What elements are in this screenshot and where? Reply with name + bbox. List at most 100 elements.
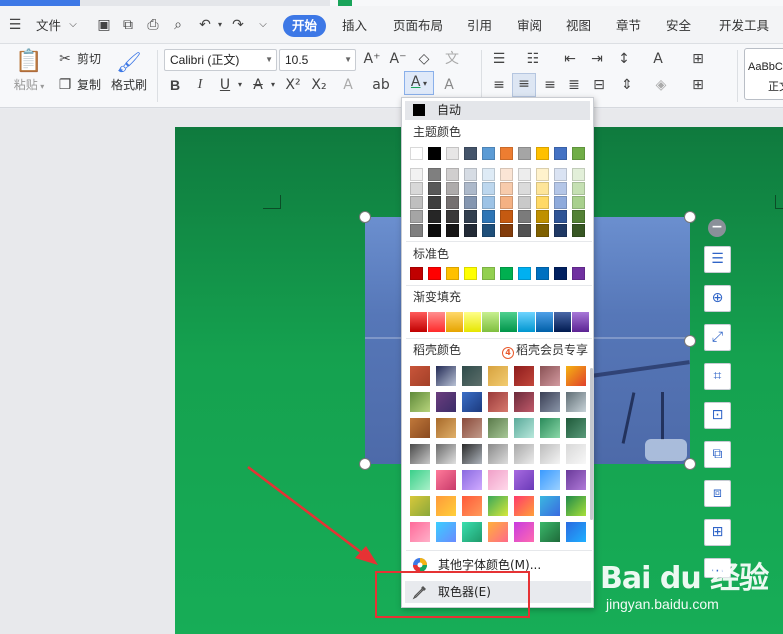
- theme-shade-swatch[interactable]: [464, 196, 477, 209]
- decrease-font-icon[interactable]: A⁻: [388, 49, 408, 69]
- theme-shade-swatch[interactable]: [464, 224, 477, 237]
- tab-insert[interactable]: 插入: [342, 16, 367, 36]
- shell-color-swatch[interactable]: [488, 496, 508, 516]
- theme-shade-swatch[interactable]: [410, 224, 423, 237]
- save-icon[interactable]: ▣: [95, 16, 113, 34]
- standard-color-swatch[interactable]: [410, 267, 423, 280]
- shell-color-swatch[interactable]: [488, 444, 508, 464]
- shell-color-swatch[interactable]: [566, 496, 586, 516]
- theme-shade-swatch[interactable]: [500, 224, 513, 237]
- shell-color-swatch[interactable]: [462, 392, 482, 412]
- theme-shade-swatch[interactable]: [446, 224, 459, 237]
- print-preview-icon[interactable]: ⌕: [169, 16, 187, 34]
- shell-color-swatch[interactable]: [488, 522, 508, 542]
- shell-color-swatch[interactable]: [462, 366, 482, 386]
- print-icon[interactable]: ⎙: [144, 16, 162, 34]
- zoom-icon[interactable]: ⊕: [704, 285, 731, 312]
- standard-color-swatch[interactable]: [446, 267, 459, 280]
- tab-chapter[interactable]: 章节: [616, 16, 641, 36]
- theme-shade-swatch[interactable]: [428, 210, 441, 223]
- line-spacing-icon[interactable]: ↕: [614, 49, 634, 69]
- shell-color-swatch[interactable]: [436, 522, 456, 542]
- theme-shade-swatch[interactable]: [536, 224, 549, 237]
- shell-color-swatch[interactable]: [540, 392, 560, 412]
- font-color-button[interactable]: A ▾: [404, 71, 434, 95]
- theme-shade-swatch[interactable]: [518, 210, 531, 223]
- theme-shade-swatch[interactable]: [554, 196, 567, 209]
- char-shading-icon[interactable]: A: [439, 75, 459, 95]
- standard-color-swatch[interactable]: [500, 267, 513, 280]
- shell-color-swatch[interactable]: [462, 496, 482, 516]
- italic-icon[interactable]: I: [190, 75, 210, 95]
- theme-shade-swatch[interactable]: [428, 182, 441, 195]
- theme-shade-swatch[interactable]: [464, 182, 477, 195]
- wrap-text-icon[interactable]: ☰: [704, 246, 731, 273]
- shell-color-swatch[interactable]: [462, 522, 482, 542]
- shell-color-swatch[interactable]: [566, 444, 586, 464]
- copy-icon[interactable]: ❐: [55, 75, 75, 95]
- menu-icon[interactable]: ☰: [6, 16, 24, 34]
- shell-color-swatch[interactable]: [514, 470, 534, 490]
- theme-shade-swatch[interactable]: [482, 224, 495, 237]
- shell-color-swatch[interactable]: [410, 444, 430, 464]
- theme-color-swatch[interactable]: [500, 147, 513, 160]
- theme-color-swatch[interactable]: [482, 147, 495, 160]
- shell-color-swatch[interactable]: [436, 496, 456, 516]
- shell-color-swatch[interactable]: [436, 366, 456, 386]
- format-painter-button[interactable]: 🖌 格式刷: [108, 48, 150, 94]
- shell-color-swatch[interactable]: [514, 392, 534, 412]
- shell-color-swatch[interactable]: [566, 366, 586, 386]
- align-right-icon[interactable]: ≡: [540, 75, 560, 95]
- highlight-icon[interactable]: ab: [371, 75, 391, 95]
- theme-shade-swatch[interactable]: [464, 168, 477, 181]
- theme-shade-swatch[interactable]: [536, 182, 549, 195]
- shell-color-swatch[interactable]: [488, 366, 508, 386]
- document-tab[interactable]: [330, 0, 783, 6]
- strikethrough-dropdown-icon[interactable]: ▾: [263, 75, 283, 95]
- increase-font-icon[interactable]: A⁺: [362, 49, 382, 69]
- theme-shade-swatch[interactable]: [410, 196, 423, 209]
- numbering-icon[interactable]: ☷: [523, 49, 543, 69]
- shell-color-swatch[interactable]: [514, 418, 534, 438]
- standard-color-swatch[interactable]: [536, 267, 549, 280]
- undo-dropdown-icon[interactable]: ▾: [211, 16, 229, 34]
- shell-color-swatch[interactable]: [462, 470, 482, 490]
- shell-color-swatch[interactable]: [540, 470, 560, 490]
- align-center-icon[interactable]: ≡: [512, 73, 536, 97]
- theme-shade-swatch[interactable]: [482, 182, 495, 195]
- font-size-select[interactable]: 10.5 ▼: [279, 49, 356, 71]
- cut-button[interactable]: 剪切: [77, 49, 101, 69]
- shell-color-swatch[interactable]: [410, 470, 430, 490]
- gradient-fill-swatch[interactable]: [500, 312, 517, 332]
- scissors-icon[interactable]: ✂: [55, 49, 75, 69]
- shell-color-swatch[interactable]: [540, 444, 560, 464]
- tab-security[interactable]: 安全: [666, 16, 691, 36]
- theme-color-swatch[interactable]: [554, 147, 567, 160]
- theme-color-swatch[interactable]: [410, 147, 423, 160]
- home-tab-indicator[interactable]: [0, 0, 80, 6]
- file-menu[interactable]: 文件: [36, 16, 61, 36]
- distribute-icon[interactable]: ⊟: [589, 75, 609, 95]
- standard-color-swatch[interactable]: [428, 267, 441, 280]
- scrollbar[interactable]: [590, 368, 593, 520]
- shell-color-swatch[interactable]: [410, 392, 430, 412]
- underline-dropdown-icon[interactable]: ▾: [230, 75, 250, 95]
- resize-handle-bottom-right[interactable]: [684, 458, 696, 470]
- table-grid-icon[interactable]: ⊞: [688, 49, 708, 69]
- superscript-icon[interactable]: X²: [283, 75, 303, 95]
- theme-shade-swatch[interactable]: [500, 168, 513, 181]
- customize-toolbar-icon[interactable]: ⌵: [254, 16, 272, 34]
- shell-color-swatch[interactable]: [566, 392, 586, 412]
- shell-color-swatch[interactable]: [514, 496, 534, 516]
- shell-color-swatch[interactable]: [566, 522, 586, 542]
- shell-color-swatch[interactable]: [488, 470, 508, 490]
- style-normal[interactable]: AaBbC 正文: [744, 48, 783, 100]
- image-resize-icon[interactable]: ⊡: [704, 402, 731, 429]
- theme-shade-swatch[interactable]: [554, 168, 567, 181]
- theme-color-swatch[interactable]: [428, 147, 441, 160]
- theme-shade-swatch[interactable]: [572, 210, 585, 223]
- gradient-fill-swatch[interactable]: [428, 312, 445, 332]
- auto-color-option[interactable]: 自动: [405, 101, 590, 120]
- tab-review[interactable]: 审阅: [517, 16, 542, 36]
- gradient-fill-swatch[interactable]: [554, 312, 571, 332]
